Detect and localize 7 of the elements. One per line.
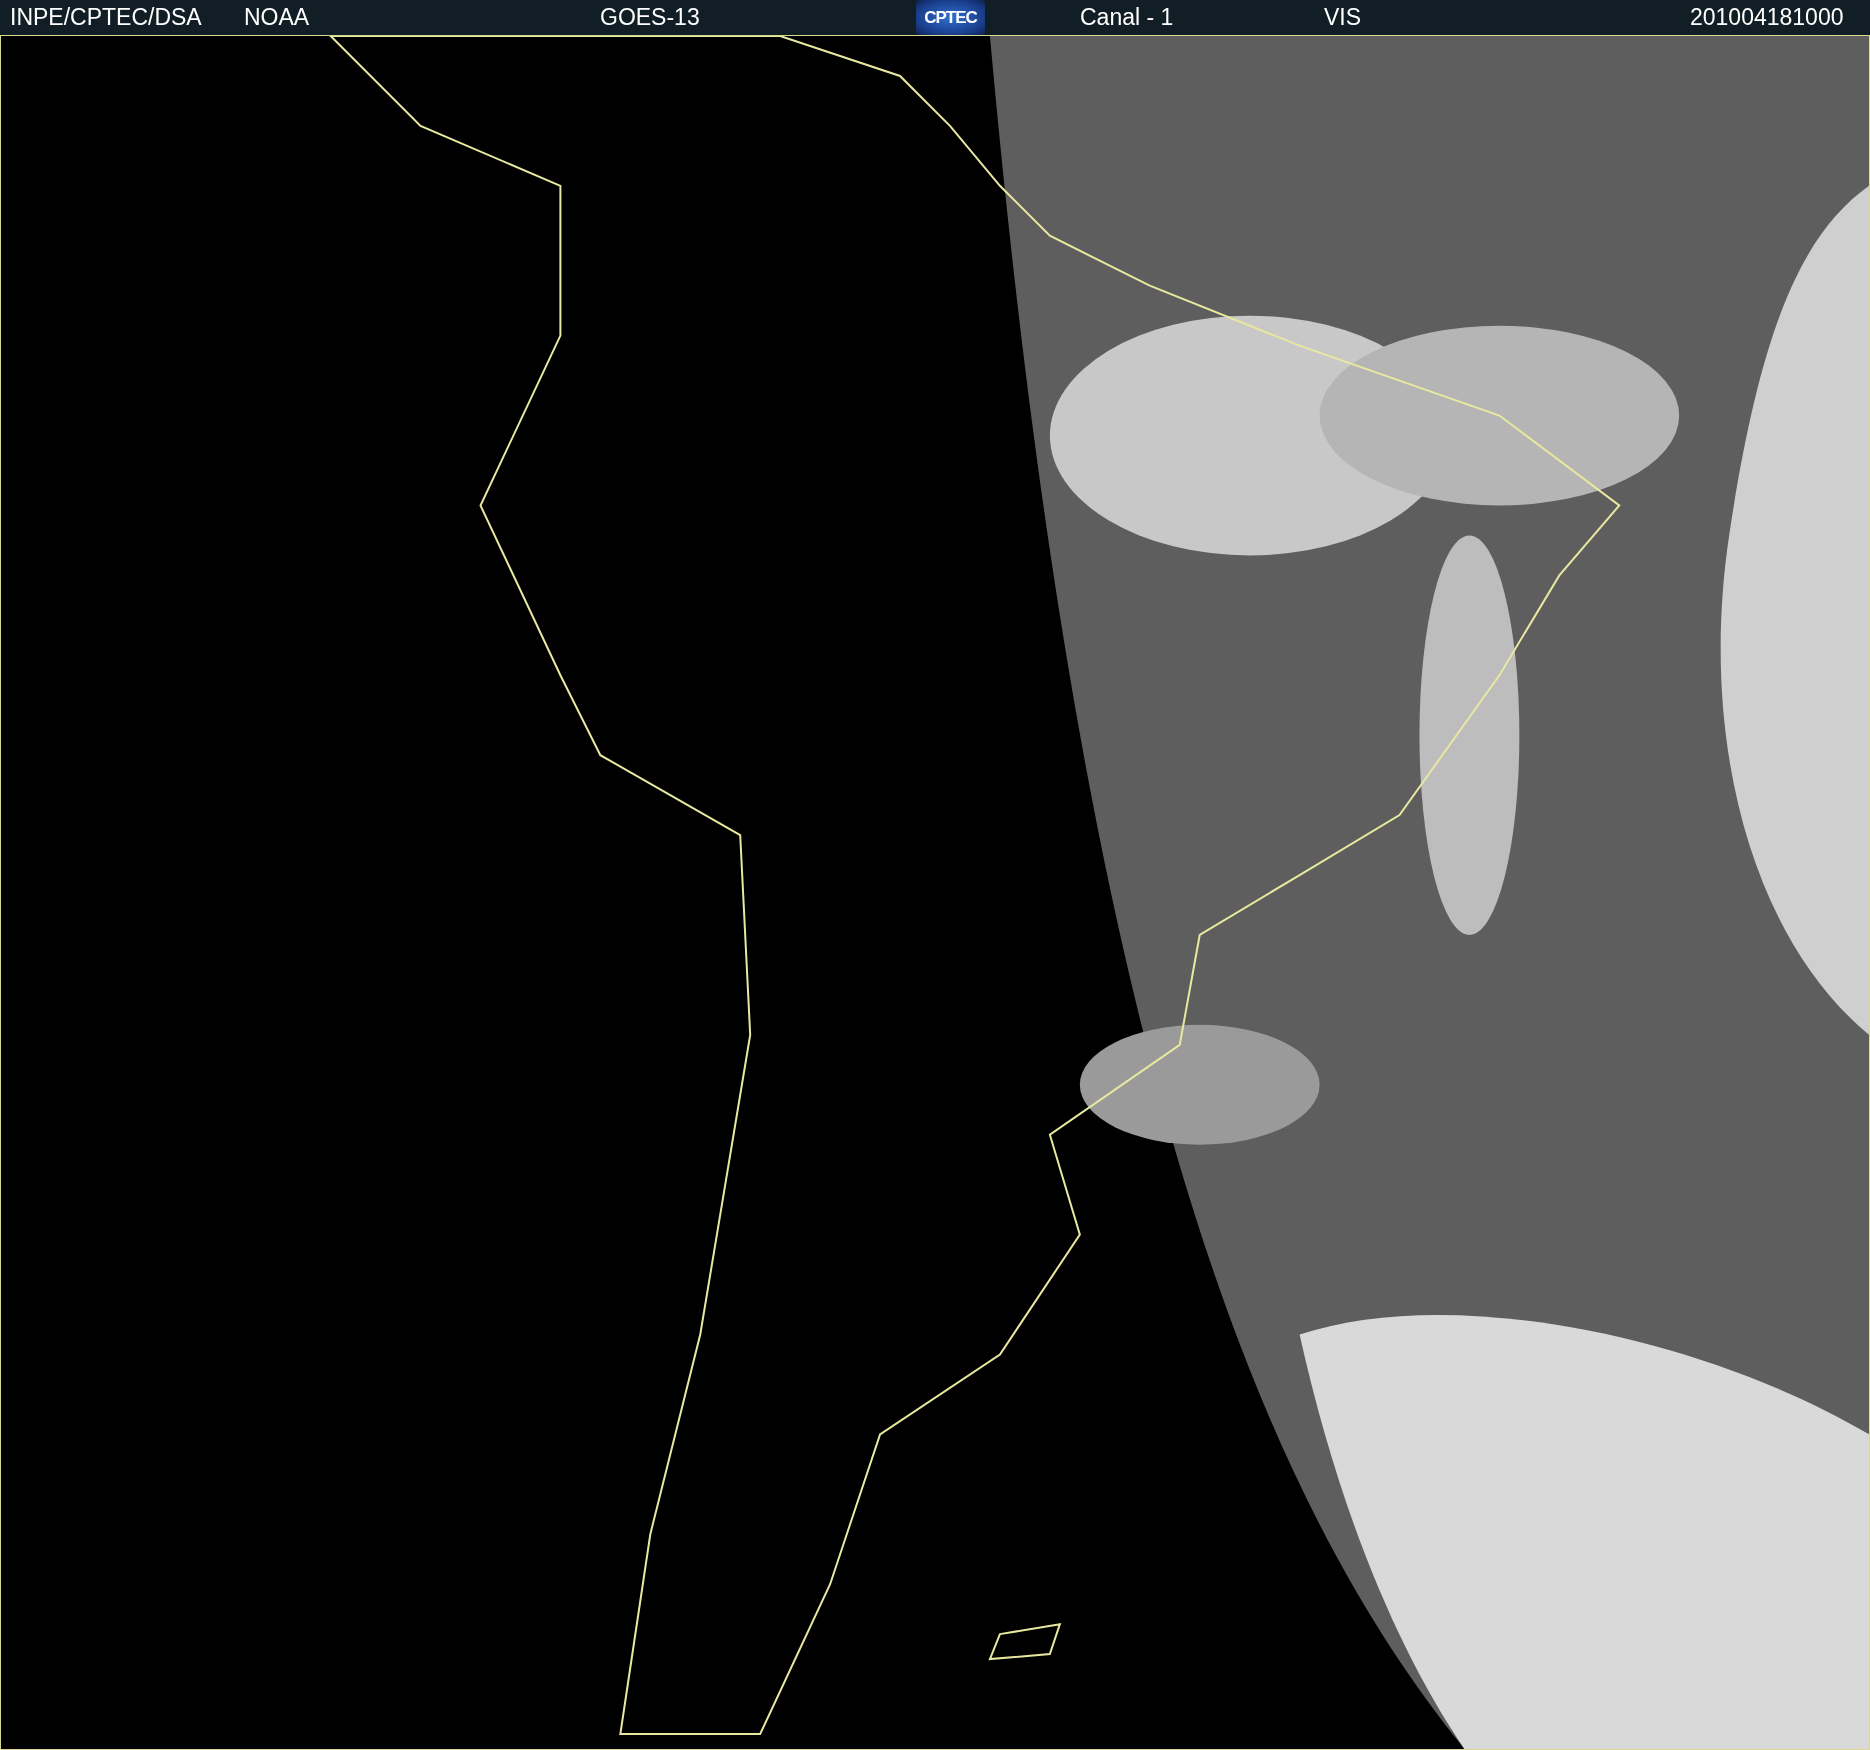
- header-label: INPE/CPTEC/DSA: [10, 6, 202, 29]
- header-label: GOES-13: [600, 6, 700, 29]
- logo: CPTEC: [916, 0, 985, 35]
- header-label: Canal - 1: [1080, 6, 1174, 29]
- header-label: VIS: [1324, 6, 1362, 29]
- header-label: NOAA: [244, 6, 310, 29]
- header-label: 201004181000: [1690, 6, 1844, 29]
